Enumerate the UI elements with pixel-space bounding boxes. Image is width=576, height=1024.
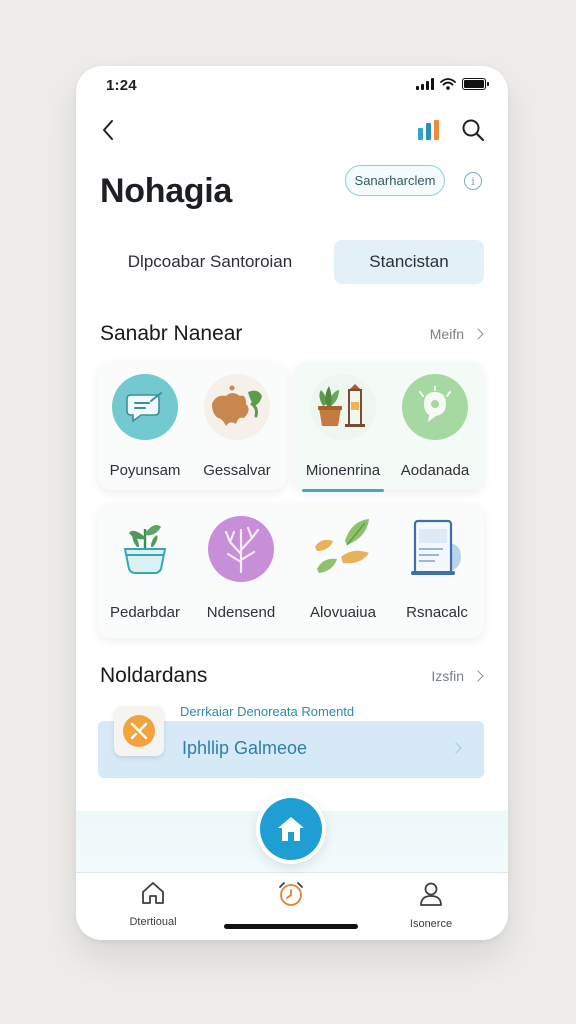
tile-label: Gessalvar [203, 462, 271, 479]
tab-bar: Dtertioual Isonerce [76, 872, 508, 940]
section-title-two: Noldardans [100, 664, 208, 687]
tile-label: Ndensend [206, 604, 276, 621]
tile-ndensend[interactable]: Ndensend [196, 516, 286, 621]
tile-mionenrina[interactable]: Mionenrina [298, 374, 388, 479]
tab-label: Dtertioual [129, 916, 177, 928]
house-outline-icon [142, 882, 164, 904]
status-bar: 1:24 [76, 66, 508, 106]
search-button[interactable] [458, 115, 488, 145]
recent-item-label: Iphllip Galmeoe [182, 738, 308, 758]
home-indicator [224, 924, 358, 929]
tile-gessalvar[interactable]: Gessalvar [192, 374, 282, 479]
message-alert-icon [402, 374, 468, 440]
leaves-icon [310, 516, 376, 582]
potted-plant-stand-icon [310, 374, 376, 440]
phone-frame: 1:24 Nohagia Sanarharclem i Dlpcoabar Sa… [76, 66, 508, 940]
search-icon [462, 119, 485, 142]
tile-pedarbdar[interactable]: Pedarbdar [100, 516, 190, 621]
coral-tree-icon [208, 516, 274, 582]
tile-poyunsam[interactable]: Poyunsam [100, 374, 190, 479]
person-icon [420, 882, 442, 906]
nav-row [76, 110, 508, 150]
home-fab-inner [260, 798, 322, 860]
tab-label: Isonerce [409, 918, 453, 930]
tile-label: Pedarbdar [109, 604, 181, 621]
recent-caption: Derrkaiar Denoreata Romentd [180, 704, 355, 719]
tab-alarm[interactable] [246, 881, 336, 918]
tile-label: Aodanada [400, 462, 470, 479]
tile-label: Alovuaiua [310, 604, 376, 621]
chat-bubble-icon [112, 374, 178, 440]
wifi-icon [440, 78, 456, 90]
status-time: 1:24 [106, 77, 137, 94]
section-title-one: Sanabr Nanear [100, 322, 243, 345]
page-title: Nohagia [100, 172, 233, 210]
section-two-more-link[interactable]: Izsfin [431, 668, 484, 684]
section-one-link-label: Meifn [429, 326, 464, 342]
back-button[interactable] [94, 114, 122, 146]
section-two-link-label: Izsfin [431, 668, 464, 684]
chevron-left-icon [103, 120, 113, 140]
alarm-clock-icon [279, 882, 303, 906]
battery-full-icon [462, 78, 489, 90]
active-tab-indicator [302, 489, 384, 492]
plant-pot-icon [112, 516, 178, 582]
compass-badge-icon [114, 706, 164, 756]
map-icon [204, 374, 270, 440]
section-one-more-link[interactable]: Meifn [429, 326, 484, 342]
tab-dtertioual[interactable]: Dtertioual [108, 881, 198, 928]
tab-isonerce[interactable]: Isonerce [386, 881, 476, 930]
document-tablet-icon [404, 516, 470, 582]
segment-option-left[interactable]: Dlpcoabar Santoroian [100, 240, 320, 284]
filter-pill-button[interactable]: Sanarharclem [345, 165, 445, 196]
chevron-right-icon [472, 670, 484, 682]
tile-rsnacalc[interactable]: Rsnacalc [392, 516, 482, 621]
tile-alovuaiua[interactable]: Alovuaiua [298, 516, 388, 621]
tile-label: Rsnacalc [406, 604, 468, 621]
tile-label: Mionenrina [305, 462, 381, 479]
info-icon[interactable]: i [464, 172, 482, 190]
tile-aodanada[interactable]: Aodanada [390, 374, 480, 479]
status-icons [416, 78, 489, 90]
tile-label: Poyunsam [109, 462, 181, 479]
chevron-right-icon [472, 328, 484, 340]
home-fab-button[interactable] [256, 794, 326, 864]
cellular-signal-icon [416, 78, 434, 90]
segment-option-right[interactable]: Stancistan [334, 240, 484, 284]
bar-chart-icon[interactable] [414, 117, 442, 143]
home-icon [278, 817, 304, 841]
